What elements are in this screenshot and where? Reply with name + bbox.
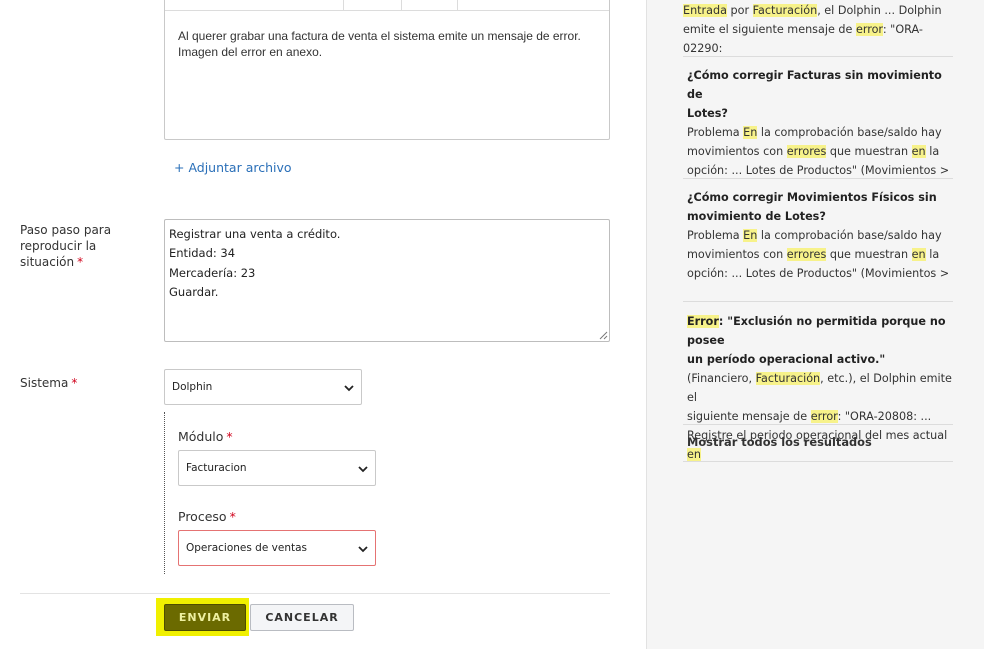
snippet-text: movimientos con (687, 145, 787, 158)
steps-line: Mercadería: 23 (169, 265, 256, 280)
steps-line: Entidad: 34 (169, 246, 236, 261)
form-divider (20, 593, 610, 594)
form-panel: Al querer grabar una factura de venta el… (0, 0, 646, 649)
description-editor[interactable]: Al querer grabar una factura de venta el… (164, 0, 610, 140)
result-separator (683, 424, 953, 425)
highlight: error (855, 23, 883, 36)
sistema-select[interactable]: Dolphin (164, 369, 362, 405)
result-title[interactable]: Error: "Exclusión no permitida porque no… (687, 312, 957, 350)
required-mark: * (229, 509, 236, 524)
highlight: Error (687, 315, 719, 328)
snippet-text: por (726, 4, 753, 17)
cancel-button[interactable]: CANCELAR (250, 604, 354, 631)
snippet-text: la (925, 145, 940, 158)
highlight: En (743, 229, 758, 242)
editor-toolbar (165, 0, 609, 11)
highlight: Facturación (755, 372, 821, 385)
highlight: en (911, 145, 926, 158)
proceso-select[interactable]: Operaciones de ventas (178, 530, 376, 566)
show-all-results-link[interactable]: Mostrar todos los resultados (687, 435, 872, 449)
sistema-label: Sistema * (20, 375, 77, 391)
highlight: En (743, 126, 758, 139)
snippet-text: (Financiero, (687, 372, 756, 385)
result-snippet-line: movimientos con errores que muestran en … (687, 142, 957, 161)
title-text: : "Exclusión no permitida porque no pose… (687, 315, 946, 347)
result-snippet-line: emite el siguiente mensaje de error: "OR… (683, 20, 953, 58)
send-button[interactable]: ENVIAR (164, 604, 246, 631)
modulo-label-text: Módulo (178, 429, 224, 444)
highlight: en (687, 448, 701, 461)
required-mark: * (71, 376, 78, 390)
steps-line: Guardar. (169, 285, 219, 300)
sistema-label-text: Sistema (20, 376, 69, 390)
snippet-text: movimientos con (687, 248, 787, 261)
chevron-down-icon (358, 466, 368, 473)
result-title[interactable]: ¿Cómo corregir Facturas sin movimiento d… (687, 66, 957, 104)
required-mark: * (226, 429, 233, 444)
snippet-text: que muestran (826, 145, 912, 158)
snippet-text: la comprobación base/saldo hay (757, 126, 942, 139)
result-snippet-line: movimientos con errores que muestran en … (687, 245, 957, 264)
sistema-select-value: Dolphin (172, 381, 213, 393)
chevron-down-icon (358, 546, 368, 553)
result-snippet-line: opción: ... Lotes de Productos" (Movimie… (687, 267, 950, 280)
chevron-down-icon (344, 385, 354, 392)
toolbar-separator (343, 0, 344, 10)
proceso-select-value: Operaciones de ventas (186, 542, 307, 554)
snippet-text: : "ORA-20808: ... (837, 410, 932, 423)
modulo-label: Módulo * (178, 429, 233, 445)
result-title[interactable]: Lotes? (687, 104, 957, 123)
steps-label: Paso paso para reproducir la situación * (20, 222, 140, 270)
snippet-text: , el Dolphin ... Dolphin (817, 4, 942, 17)
steps-textarea[interactable]: Registrar una venta a crédito. Entidad: … (164, 219, 610, 342)
snippet-text: que muestran (826, 248, 912, 261)
highlight: errores (786, 248, 827, 261)
result-separator (683, 56, 953, 57)
steps-line: Registrar una venta a crédito. (169, 227, 341, 241)
result-item[interactable]: ¿Cómo corregir Movimientos Físicos sin m… (687, 188, 957, 283)
required-mark: * (77, 255, 84, 269)
description-text[interactable]: Al querer grabar una factura de venta el… (178, 28, 598, 60)
result-separator (683, 461, 953, 462)
snippet-text: siguiente mensaje de (687, 410, 811, 423)
highlight: en (911, 248, 926, 261)
result-title[interactable]: un período operacional activo." (687, 350, 957, 369)
resize-grip-icon[interactable] (599, 331, 608, 340)
snippet-text: la (925, 248, 940, 261)
snippet-text: Problema (687, 126, 744, 139)
steps-label-text: Paso paso para reproducir la situación (20, 223, 112, 269)
attach-file-link[interactable]: + Adjuntar archivo (174, 160, 292, 175)
highlight: Facturación (752, 4, 818, 17)
result-snippet-line: Problema En la comprobación base/saldo h… (687, 123, 957, 142)
highlight: errores (786, 145, 827, 158)
result-snippet-line: Entrada por Facturación, el Dolphin ... … (683, 1, 953, 20)
snippet-text: emite el siguiente mensaje de (683, 23, 856, 36)
snippet-text: la comprobación base/saldo hay (757, 229, 942, 242)
toolbar-separator (457, 0, 458, 10)
dependent-fields-rail (164, 412, 165, 574)
result-title[interactable]: ¿Cómo corregir Movimientos Físicos sin (687, 188, 957, 207)
result-snippet-line: Problema En la comprobación base/saldo h… (687, 226, 957, 245)
proceso-label-text: Proceso (178, 509, 227, 524)
modulo-select-value: Facturacion (186, 462, 247, 474)
result-separator (683, 178, 953, 179)
modulo-select[interactable]: Facturacion (178, 450, 376, 486)
result-item[interactable]: Entrada por Facturación, el Dolphin ... … (683, 1, 953, 58)
result-item[interactable]: ¿Cómo corregir Facturas sin movimiento d… (687, 66, 957, 180)
highlight: Entrada (683, 4, 727, 17)
result-title[interactable]: movimiento de Lotes? (687, 207, 957, 226)
toolbar-separator (401, 0, 402, 10)
result-snippet-line: (Financiero, Facturación, etc.), el Dolp… (687, 369, 957, 407)
result-separator (683, 301, 953, 302)
snippet-text: Problema (687, 229, 744, 242)
proceso-label: Proceso * (178, 509, 236, 525)
highlight: error (810, 410, 838, 423)
